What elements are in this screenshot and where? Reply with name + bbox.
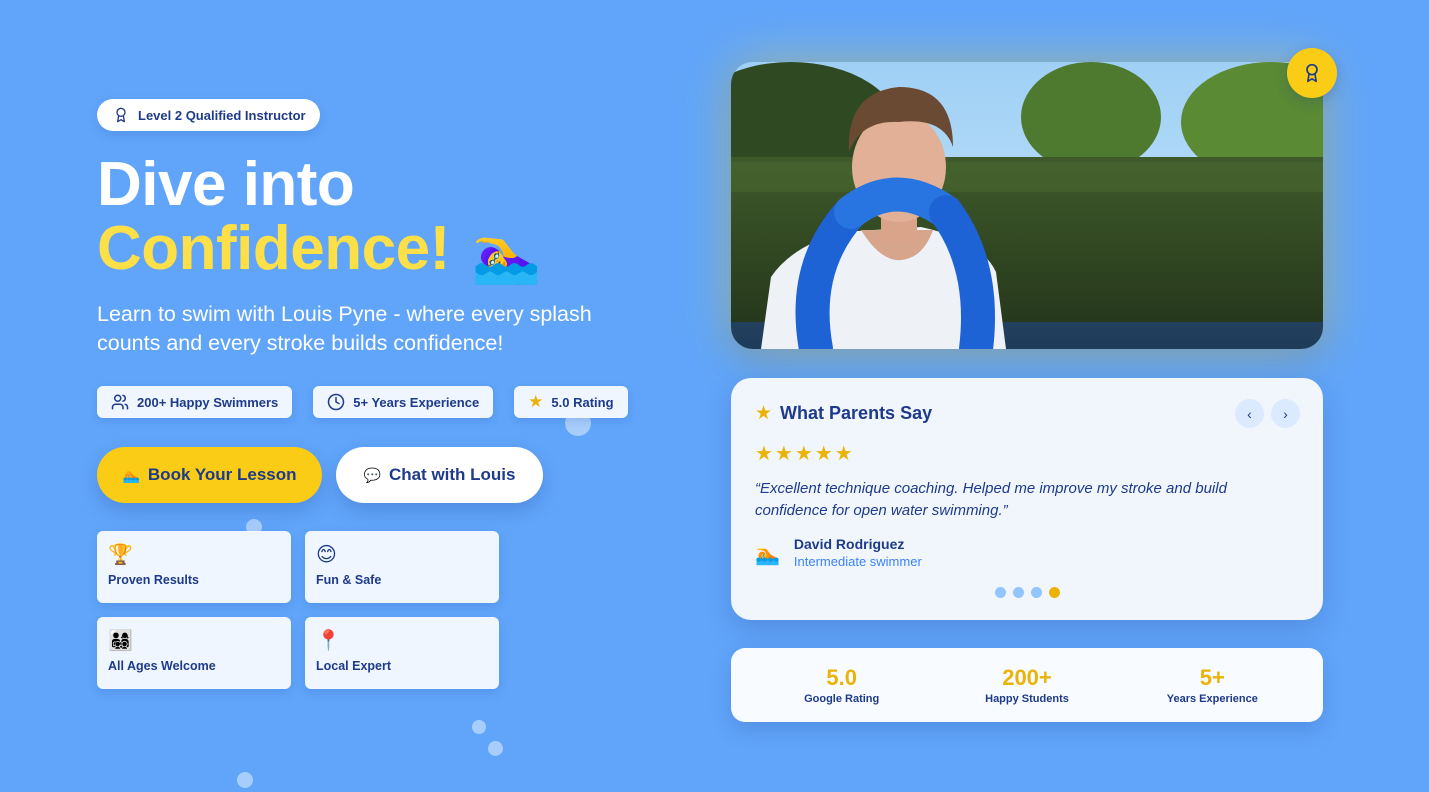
star-icon: ★	[755, 403, 773, 424]
hero-subtitle: Learn to swim with Louis Pyne - where ev…	[97, 302, 592, 355]
cta-row: 🏊 Book Your Lesson 💬 Chat with Louis	[97, 447, 657, 503]
feature-card-all-ages: 👨‍👩‍👧‍👦 All Ages Welcome	[97, 617, 291, 689]
award-icon	[116, 107, 126, 123]
metric-years-experience: 5+ Years Experience	[1120, 664, 1305, 705]
stat-rating: ★ 5.0 Rating	[514, 386, 628, 418]
instructor-photo	[731, 62, 1323, 349]
chat-label: Chat with Louis	[388, 465, 516, 484]
stat-happy-swimmers: 200+ Happy Swimmers	[97, 386, 293, 418]
chat-bubble-icon: 💬	[363, 466, 381, 483]
bubble-decoration	[237, 772, 253, 788]
features-grid: 🏆 Proven Results 😊 Fun & Safe 👨‍👩‍👧‍👦 Al…	[97, 531, 657, 689]
metrics-bar: 5.0 Google Rating 200+ Happy Students 5+…	[731, 648, 1323, 722]
rating-stars: ★★★★★	[755, 443, 855, 465]
metric-happy-students: 200+ Happy Students	[934, 664, 1119, 705]
chat-button[interactable]: 💬 Chat with Louis	[336, 447, 543, 503]
feature-label: All Ages Welcome	[108, 659, 216, 673]
metric-label: Happy Students	[985, 692, 1069, 705]
feature-label: Proven Results	[108, 573, 200, 587]
location-pin-icon: 📍	[316, 630, 341, 652]
swimmer-icon: 🏊‍♀️	[471, 222, 542, 285]
swimmer-icon: 🏊	[755, 544, 780, 566]
carousel-dot[interactable]	[1012, 587, 1024, 598]
users-icon	[111, 394, 129, 410]
author-role: Intermediate swimmer	[793, 554, 922, 569]
feature-label: Local Expert	[316, 659, 392, 673]
metric-value: 5.0	[826, 664, 857, 690]
award-icon	[1306, 63, 1318, 83]
star-icon: ★	[528, 392, 544, 411]
next-testimonial-button[interactable]: ›	[1271, 399, 1300, 428]
stat-label: 5+ Years Experience	[353, 394, 480, 410]
bubble-decoration	[488, 741, 503, 756]
book-lesson-button[interactable]: 🏊 Book Your Lesson	[97, 447, 322, 503]
metric-google-rating: 5.0 Google Rating	[749, 664, 934, 705]
clock-icon	[328, 393, 345, 411]
metric-value: 200+	[1002, 664, 1052, 690]
feature-label: Fun & Safe	[316, 573, 382, 587]
hero-headline: Dive into Confidence! 🏊‍♀️	[97, 153, 657, 286]
trophy-icon: 🏆	[108, 544, 133, 566]
carousel-dot[interactable]	[994, 587, 1006, 598]
stat-years-experience: 5+ Years Experience	[313, 386, 494, 418]
headline-line-1: Dive into	[97, 150, 355, 219]
bubble-decoration	[472, 720, 486, 734]
stat-label: 5.0 Rating	[551, 394, 614, 410]
feature-card-proven-results: 🏆 Proven Results	[97, 531, 291, 603]
qualification-badge: Level 2 Qualified Instructor	[97, 99, 320, 131]
author-name: David Rodriguez	[793, 536, 905, 552]
headline-line-2: Confidence!	[97, 214, 450, 283]
testimonial-title: What Parents Say	[780, 403, 933, 423]
award-badge	[1287, 48, 1337, 98]
metric-label: Google Rating	[804, 692, 880, 705]
metric-label: Years Experience	[1166, 692, 1258, 705]
book-lesson-label: Book Your Lesson	[147, 465, 297, 484]
testimonial-author: 🏊 David Rodriguez Intermediate swimmer	[755, 536, 1299, 569]
feature-card-local-expert: 📍 Local Expert	[305, 617, 499, 689]
metric-value: 5+	[1199, 664, 1225, 690]
carousel-dot[interactable]	[1030, 587, 1042, 598]
hero-section: Level 2 Qualified Instructor Dive into C…	[97, 99, 657, 689]
testimonial-nav: ‹ ›	[1235, 399, 1300, 428]
testimonial-quote: “Excellent technique coaching. Helped me…	[755, 480, 1227, 519]
feature-card-fun-safe: 😊 Fun & Safe	[305, 531, 499, 603]
instructor-photo-illustration	[731, 62, 1323, 349]
testimonial-header: ★ What Parents Say	[755, 402, 1299, 425]
prev-testimonial-button[interactable]: ‹	[1235, 399, 1264, 428]
smile-icon: 😊	[316, 544, 337, 566]
carousel-dot[interactable]	[1048, 587, 1060, 598]
family-icon: 👨‍👩‍👧‍👦	[108, 630, 133, 652]
testimonial-card: ★ What Parents Say ‹ › ★★★★★ “Excellent …	[731, 378, 1323, 620]
qualification-badge-label: Level 2 Qualified Instructor	[138, 107, 306, 123]
stats-row: 200+ Happy Swimmers 5+ Years Experience …	[97, 386, 657, 418]
stat-label: 200+ Happy Swimmers	[137, 394, 279, 410]
swimmer-icon: 🏊	[122, 466, 140, 483]
carousel-dots	[731, 587, 1323, 598]
